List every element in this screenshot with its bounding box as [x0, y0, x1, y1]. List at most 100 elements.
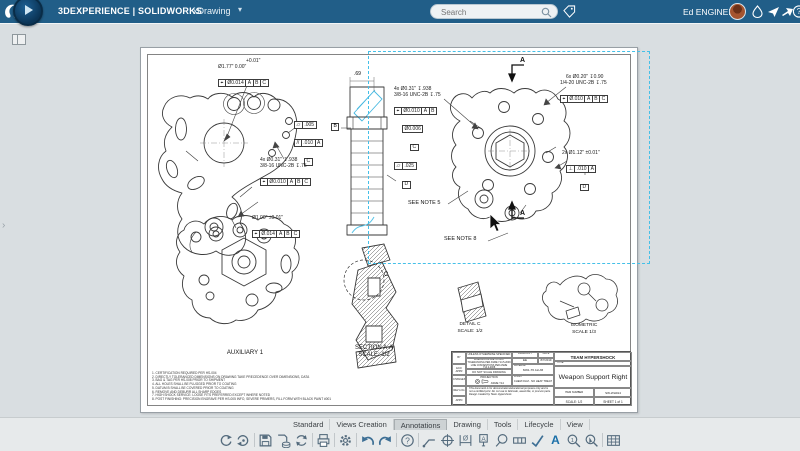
svg-text:A: A — [481, 435, 486, 442]
thread-callout-left[interactable]: 4x Ø0.31" ↧.938 3/8-16 UNC-2B ↧.75 ⌖Ø0.0… — [260, 158, 311, 188]
refresh-icon[interactable] — [294, 433, 309, 448]
import-session-icon[interactable] — [218, 433, 233, 448]
tab-standard[interactable]: Standard — [287, 419, 330, 430]
expand-panel-icon[interactable] — [12, 34, 26, 45]
ribbon-tabs: Standard Views Creation Annotations Draw… — [287, 419, 590, 430]
help-icon[interactable]: ? — [792, 4, 800, 19]
datum-box: D — [580, 184, 589, 192]
search-bar[interactable] — [430, 4, 558, 19]
width-dimension[interactable]: .69 — [352, 71, 363, 77]
surface-finish-icon[interactable] — [530, 433, 545, 448]
disclaimer: This document is for demonstration/educa… — [466, 386, 554, 406]
top-app-bar: 3DEXPERIENCE | SOLIDWORKS xDrawing ▾ Ed … — [0, 0, 800, 23]
search-icon[interactable] — [541, 7, 552, 18]
feature-control-frame: ▱.025 — [394, 162, 417, 170]
app-title[interactable]: xDrawing — [193, 6, 231, 16]
balloon-icon[interactable] — [494, 433, 509, 448]
rev-row: CHANGES — [452, 375, 466, 386]
material-cell: MATERIAL 6061-T6 ALUM — [512, 364, 554, 375]
brand-title: 3DEXPERIENCE | SOLIDWORKS — [58, 6, 202, 16]
svg-text:?: ? — [405, 435, 410, 445]
svg-text:Ø: Ø — [463, 435, 469, 442]
sheet-number-cell: SHEET 1 of 1 — [594, 397, 632, 406]
tab-tools[interactable]: Tools — [488, 419, 519, 430]
svg-text:1: 1 — [571, 437, 574, 443]
third-angle-projection-icon — [474, 379, 490, 384]
detail-view-scale: SCALE: 1/2 — [446, 329, 494, 336]
tab-annotations[interactable]: Annotations — [394, 419, 448, 430]
print-icon[interactable] — [316, 433, 331, 448]
auxiliary-view-label: AUXILIARY 1 — [190, 350, 300, 357]
see-note-5-label: SEE NOTE 5 — [408, 200, 440, 207]
feature-control-frame: ⌖Ø.014ABC — [252, 230, 300, 238]
open-session-icon[interactable] — [236, 433, 251, 448]
share-icon[interactable] — [766, 4, 781, 19]
datum-box: C — [410, 144, 419, 152]
projection-cell: PROJECTION ASME Y14 — [466, 375, 512, 386]
bottom-ribbon: Standard Views Creation Annotations Draw… — [0, 417, 800, 451]
mouse-cursor — [488, 213, 502, 232]
rev-row: BY — [452, 352, 466, 364]
section-arrow-label-bottom: A — [520, 210, 525, 217]
drawing-title: Weapon Support Right — [554, 366, 632, 388]
leader-note-icon[interactable] — [422, 433, 437, 448]
bore-callout-aux[interactable]: Ø1.00" ±0.01" ⌖Ø.014ABC — [252, 216, 300, 240]
see-note-8-label: SEE NOTE 8 — [444, 236, 476, 243]
platform-drop-icon[interactable] — [750, 4, 765, 19]
standard-label: ASME Y14 — [491, 382, 504, 385]
avatar[interactable] — [729, 3, 746, 20]
datum-b-flag[interactable]: B — [331, 123, 339, 131]
undo-icon[interactable] — [360, 433, 375, 448]
select-annotation-icon[interactable] — [584, 433, 599, 448]
drawing-canvas[interactable]: › — [0, 23, 800, 418]
item-number-value: SW-WH014 — [594, 388, 632, 397]
datum-feature-icon[interactable]: A — [476, 433, 491, 448]
rev-row: ECO APPR — [452, 364, 466, 375]
drawing-notes: 1. CERTIFICATION REQUIRED PER HS-0042. D… — [152, 372, 331, 402]
rev-row: APPD — [452, 396, 466, 406]
feature-control-frame: ⌖Ø.010ABC — [560, 95, 608, 103]
rev-row: REV LOG — [452, 386, 466, 396]
tab-drawing[interactable]: Drawing — [447, 419, 488, 430]
hole-callout-1[interactable]: +0.01" Ø1.77" 0.00" ⌖Ø0.014ABC — [218, 59, 269, 89]
dimension-icon[interactable]: Ø — [458, 433, 473, 448]
scale-cell: SCALE: 1/2 — [554, 397, 594, 406]
section-view-scale: SCALE: 1/2 — [340, 352, 408, 359]
zoom-annotation-icon[interactable]: 1 — [566, 433, 581, 448]
text-note-icon[interactable]: A — [548, 433, 563, 448]
thread-callout-mid[interactable]: 4x Ø0.31" ↧.938 3/8-16 UNC-2B ↧.75 ⌖Ø0.0… — [394, 87, 441, 153]
detail-circle-label: C — [384, 272, 388, 278]
feature-control-frame: Ø0.006 — [402, 125, 423, 133]
search-input[interactable] — [439, 6, 543, 19]
feature-control-frame: ⌖Ø0.014ABC — [218, 79, 269, 87]
help-toolbar-icon[interactable]: ? — [400, 433, 415, 448]
datum-target-icon[interactable] — [440, 433, 455, 448]
tab-lifecycle[interactable]: Lifecycle — [518, 419, 560, 430]
left-panel-chevron-icon[interactable]: › — [2, 220, 5, 231]
bore-callout-right[interactable]: 2x Ø1.12" ±0.01" ⊥.010A D — [562, 151, 600, 193]
feature-control-frame: //.010A — [294, 139, 323, 147]
feature-control-frame: ⊥.010A — [566, 165, 596, 173]
thread-callout-right[interactable]: 6x Ø0.20" ↧0.90 1/4-20 UNC-2B ↧.75 ⌖Ø.01… — [560, 75, 608, 105]
compass-app-icon[interactable] — [13, 0, 43, 26]
tag-icon[interactable] — [563, 5, 576, 18]
title-block: BY ECO APPR CHANGES REV LOG APPD UNLESS … — [451, 351, 631, 405]
flatness-mid-callout[interactable]: ▱.025 D — [394, 154, 417, 190]
item-number-label: ITEM NUMBER — [554, 388, 594, 397]
save-to-platform-icon[interactable] — [276, 433, 291, 448]
tab-views-creation[interactable]: Views Creation — [330, 419, 393, 430]
tab-view[interactable]: View — [561, 419, 590, 430]
datum-box: D — [402, 181, 411, 189]
finish-cell: FINISH CHEM FILM - NO HEAT TREAT — [512, 375, 554, 386]
redo-icon[interactable] — [378, 433, 393, 448]
feature-control-frame: ▱.005 — [294, 121, 317, 129]
ribbon-toolbar: ? Ø A A 1 — [218, 431, 621, 449]
tolerance-frame-icon[interactable] — [512, 433, 527, 448]
section-arrow-label-top: A — [520, 57, 525, 64]
save-icon[interactable] — [258, 433, 273, 448]
settings-icon[interactable] — [338, 433, 353, 448]
chevron-down-icon[interactable]: ▾ — [238, 5, 242, 14]
table-icon[interactable] — [606, 433, 621, 448]
feature-control-frame: ⌖Ø0.010ABC — [260, 178, 311, 186]
company-name: TEAM HYPERSHOCK — [554, 352, 632, 361]
